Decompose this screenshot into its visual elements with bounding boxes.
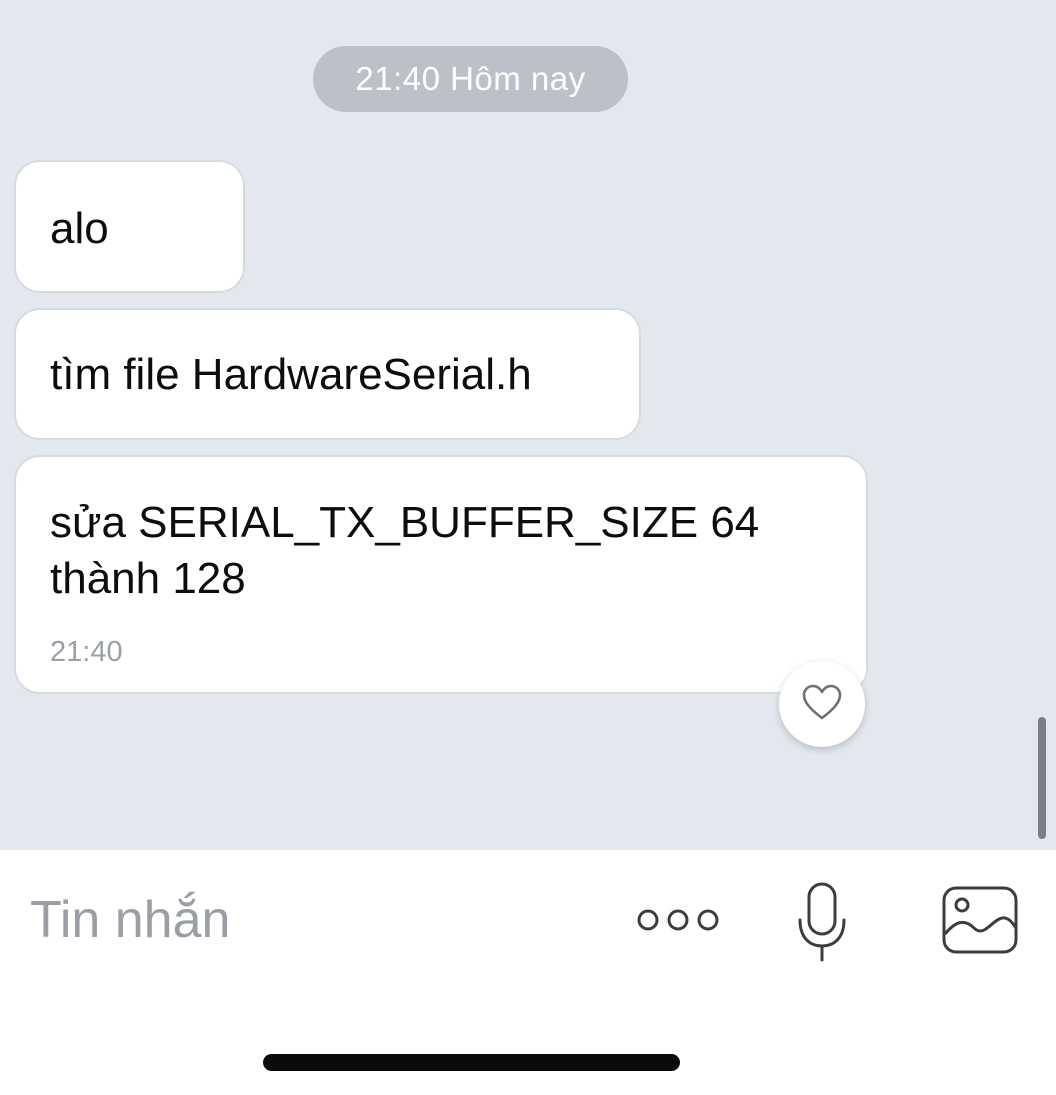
chat-area[interactable]: 21:40 Hôm nay alo tìm file HardwareSeria… [0,0,1056,850]
message-text: alo [50,204,109,253]
message-text-line: sửa SERIAL_TX_BUFFER_SIZE 64 [50,498,760,547]
scrollbar[interactable] [1038,717,1046,839]
date-separator-label: 21:40 Hôm nay [355,60,586,97]
mic-icon[interactable] [792,880,852,964]
message-text: tìm file HardwareSerial.h [50,350,532,399]
image-icon[interactable] [940,884,1022,958]
message-bubble[interactable]: tìm file HardwareSerial.h [14,308,641,440]
message-bubble[interactable]: sửa SERIAL_TX_BUFFER_SIZE 64 thành 128 2… [14,455,868,694]
date-separator: 21:40 Hôm nay [313,46,628,112]
message-text-line: thành 128 [50,554,246,603]
more-icon[interactable] [632,895,724,945]
message-bubble[interactable]: alo [14,160,245,293]
reaction-button[interactable] [779,661,865,747]
message-text: sửa SERIAL_TX_BUFFER_SIZE 64 thành 128 [50,495,759,607]
message-timestamp: 21:40 [50,636,123,668]
home-indicator[interactable] [263,1054,680,1071]
heart-outline-icon [801,683,843,726]
message-input[interactable]: Tin nhắn [30,890,230,950]
